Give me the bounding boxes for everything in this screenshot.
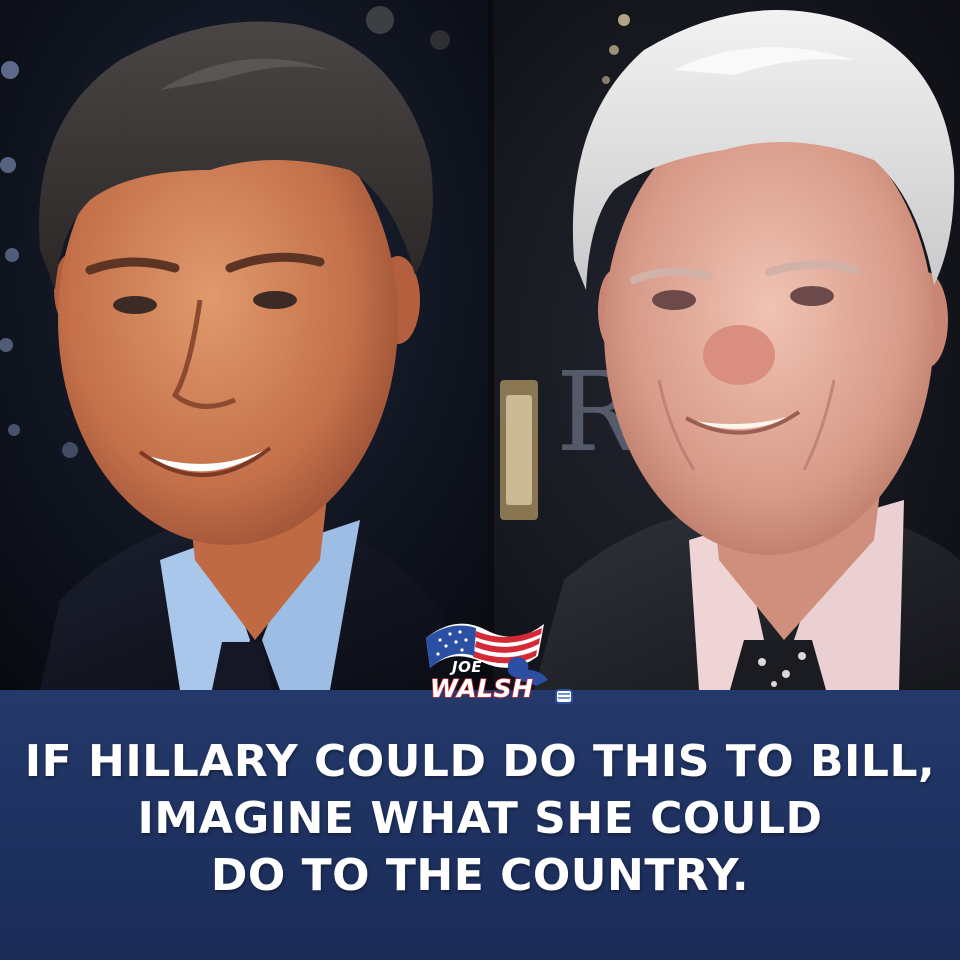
joe-walsh-logo: JOE WALSH — [416, 606, 584, 712]
caption-line-3: DO TO THE COUNTRY. — [210, 850, 750, 901]
right-photo: R — [494, 0, 960, 690]
caption-text: IF HILLARY COULD DO THIS TO BILL, IMAGIN… — [20, 733, 940, 904]
right-photo-illustration: R — [494, 0, 960, 690]
meme-image: R JOE WALSH IF HILLARY COULD DO THIS TO … — [0, 0, 960, 960]
caption-line-1: IF HILLARY COULD DO THIS TO BILL, — [24, 736, 936, 787]
logo-name-bottom: WALSH — [429, 673, 534, 704]
left-photo — [0, 0, 488, 690]
caption-line-2: IMAGINE WHAT SHE COULD — [137, 793, 823, 844]
left-photo-illustration — [0, 0, 488, 690]
